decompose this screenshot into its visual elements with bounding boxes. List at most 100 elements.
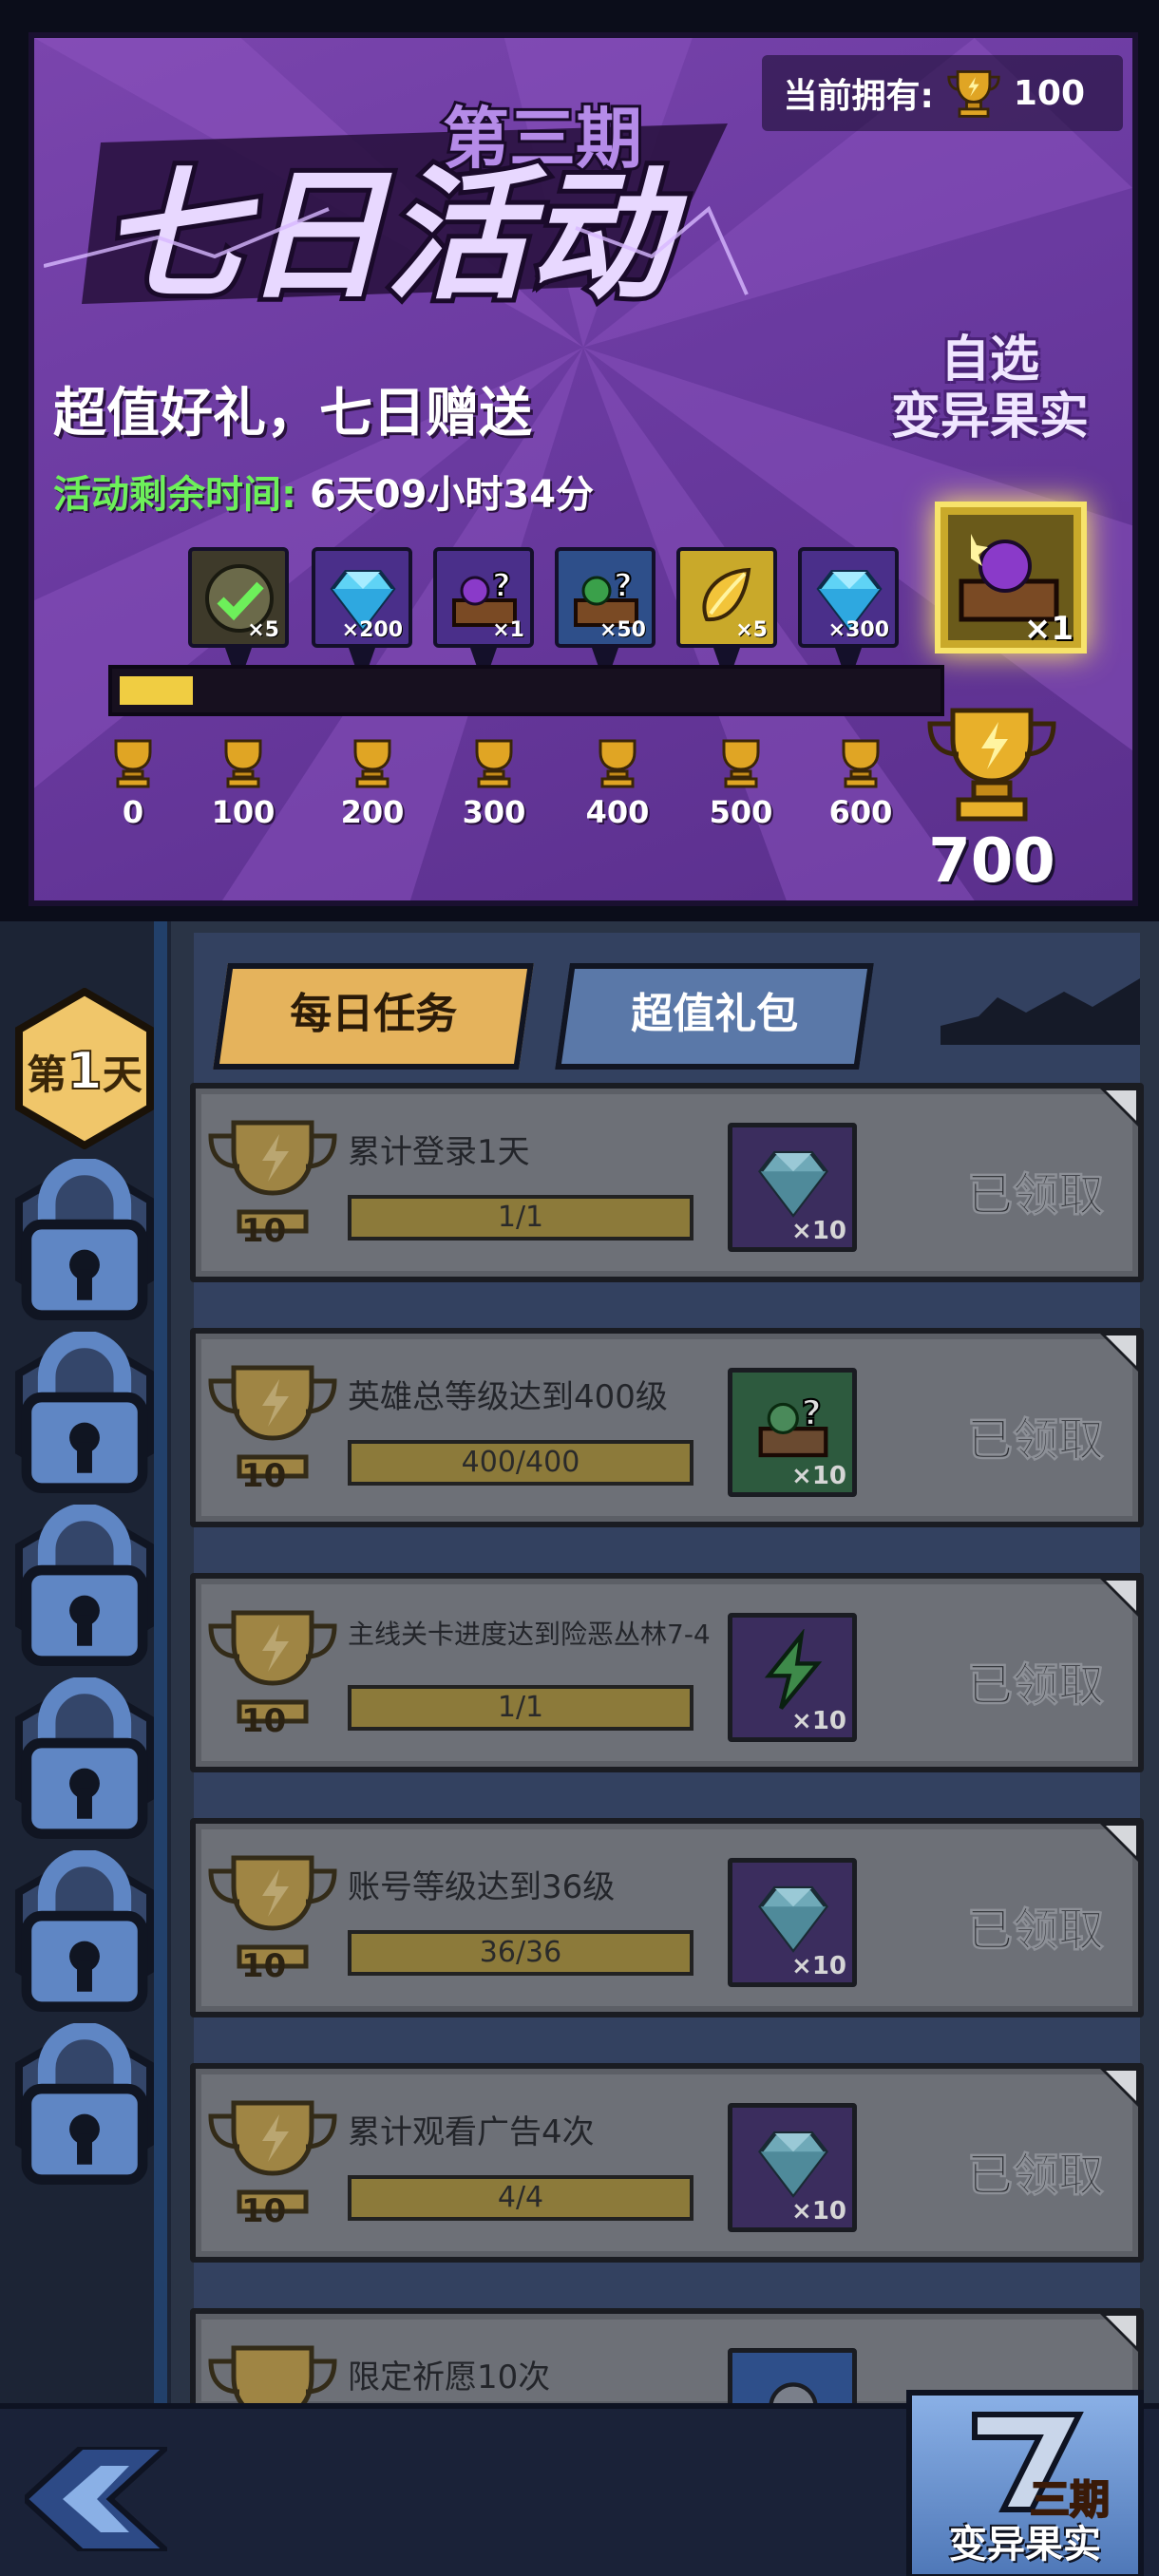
card-corner-tab [1096, 1820, 1142, 1866]
task-card-1: 10 累计登录1天 1/1 ×10 已领取 [190, 1083, 1144, 1282]
bottom-bar: 三期 变异果实 [0, 2390, 1159, 2576]
task-progress-text: 36/36 [479, 1936, 562, 1969]
trophy-icon [353, 739, 391, 788]
milestone-200: 200 [325, 737, 420, 830]
final-reward-qty: ×1 [1023, 610, 1074, 648]
milestone-600: 600 [813, 737, 908, 830]
day-tab-2[interactable]: 第天 [13, 1159, 156, 1320]
trophy-icon [722, 739, 760, 788]
trophy-icon [842, 739, 880, 788]
milestone-100: 100 [196, 737, 291, 830]
task-progress-bar: 36/36 [348, 1930, 694, 1976]
trophy-icon [927, 708, 1056, 822]
tab-value-pack[interactable]: 超值礼包 [555, 963, 874, 1070]
day-tab-1[interactable]: 第1天 [13, 988, 156, 1149]
trophy-icon [598, 739, 636, 788]
task-reward-item[interactable]: ×10 [728, 2103, 857, 2232]
milestone-0: 0 [86, 737, 180, 830]
timer-label: 活动剩余时间: [53, 473, 296, 517]
task-progress-bar: 1/1 [348, 1685, 694, 1731]
trophy-icon [208, 2345, 337, 2407]
reward-slot-5[interactable]: ×5 [676, 547, 777, 648]
lock-icon [21, 2023, 148, 2185]
task-reward-item[interactable]: ×10 [728, 1123, 857, 1252]
milestone-value: 400 [585, 794, 650, 830]
day-tab-5[interactable]: 第天 [13, 1677, 156, 1839]
task-card-5: 10 累计观看广告4次 4/4 ×10 已领取 [190, 2063, 1144, 2263]
task-reward-item[interactable]: ? ×10 [728, 1368, 857, 1497]
mutation-fruit-button[interactable]: 三期 变异果实 [906, 2390, 1144, 2576]
progress-bar [108, 665, 944, 716]
lock-icon [21, 1332, 148, 1493]
reward-slot-1[interactable]: ×5 [188, 547, 289, 648]
milestone-value: 300 [462, 794, 526, 830]
reward-qty: ×10 [791, 1462, 846, 1490]
final-milestone-value: 700 [928, 826, 1055, 897]
claimed-status: 已领取 [966, 1413, 1104, 1468]
claimed-status: 已领取 [966, 1168, 1104, 1222]
milestone-value: 200 [340, 794, 405, 830]
cracked-edge-decoration [940, 978, 1140, 1045]
task-points: 10 [241, 2192, 287, 2230]
trophy-icon [114, 739, 152, 788]
task-reward-item[interactable]: ×10 [728, 1858, 857, 1987]
reward-qty: ×5 [735, 618, 768, 642]
day-tab-7[interactable]: 第天 [13, 2023, 156, 2185]
task-reward-item[interactable]: ×10 [728, 1613, 857, 1742]
lock-icon [21, 1505, 148, 1666]
task-description: 限定祈愿10次 [348, 2358, 551, 2396]
task-card-4: 10 账号等级达到36级 36/36 ×10 已领取 [190, 1818, 1144, 2017]
reward-qty: ×10 [791, 1217, 846, 1245]
lock-icon [21, 1159, 148, 1320]
trophy-icon [475, 739, 513, 788]
event-timer: 活动剩余时间: 6天09小时34分 [53, 464, 594, 519]
task-points: 10 [241, 1457, 287, 1495]
timer-value: 6天09小时34分 [309, 473, 595, 517]
card-corner-tab [1096, 1085, 1142, 1130]
milestone-value: 600 [828, 794, 893, 830]
task-card-2: 10 英雄总等级达到400级 400/400 ? ×10 已领取 [190, 1328, 1144, 1527]
reward-slot-6[interactable]: ×300 [798, 547, 899, 648]
reward-qty: ×10 [791, 1952, 846, 1980]
card-corner-tab [1096, 1575, 1142, 1620]
diamond-icon [758, 2131, 828, 2198]
day-tab-6[interactable]: 第天 [13, 1850, 156, 2012]
task-progress-text: 1/1 [497, 1201, 544, 1234]
reward-qty: ×50 [598, 618, 646, 642]
svg-text:?: ? [492, 567, 511, 605]
milestone-700: 700 [906, 703, 1077, 897]
task-description: 累计登录1天 [348, 1133, 530, 1171]
card-corner-tab [1096, 2065, 1142, 2111]
event-banner: 当前拥有: 100 第三期 七日活动 超值好礼，七日赠送 活动剩余时间: 6天0… [28, 32, 1138, 906]
back-button[interactable] [25, 2447, 167, 2551]
reward-qty: ×10 [791, 1707, 846, 1735]
select-label-line2: 变异果实 [890, 388, 1089, 445]
task-description: 账号等级达到36级 [348, 1868, 616, 1906]
milestone-400: 400 [570, 737, 665, 830]
select-label-line1: 自选 [940, 331, 1039, 388]
reward-slot-2[interactable]: ×200 [312, 547, 412, 648]
trophy-icon [224, 739, 262, 788]
card-corner-tab [1096, 1330, 1142, 1375]
tab-daily-tasks[interactable]: 每日任务 [213, 963, 534, 1070]
card-corner-tab [1100, 2314, 1138, 2352]
rail-divider [154, 921, 167, 2422]
event-title-logo: 第三期 七日活动 [43, 66, 766, 370]
owned-currency: 当前拥有: 100 [762, 55, 1123, 131]
reward-slot-4[interactable]: ? ×50 [555, 547, 656, 648]
diamond-icon [758, 1885, 828, 1953]
task-progress-bar: 400/400 [348, 1440, 694, 1486]
day-tab-3[interactable]: 第天 [13, 1332, 156, 1493]
reward-slot-3[interactable]: ? ×1 [433, 547, 534, 648]
reward-qty: ×200 [341, 618, 403, 642]
event-subtitle: 超值好礼，七日赠送 [53, 383, 532, 445]
day-tab-4[interactable]: 第天 [13, 1505, 156, 1666]
task-progress-text: 1/1 [497, 1691, 544, 1724]
task-points: 10 [241, 1947, 287, 1985]
owned-value: 100 [1013, 73, 1085, 113]
trophy-icon [947, 70, 1000, 118]
task-progress-text: 4/4 [497, 2181, 544, 2214]
final-reward-slot[interactable]: ×1 [935, 502, 1087, 653]
milestone-value: 500 [709, 794, 773, 830]
milestone-value: 0 [122, 794, 144, 830]
